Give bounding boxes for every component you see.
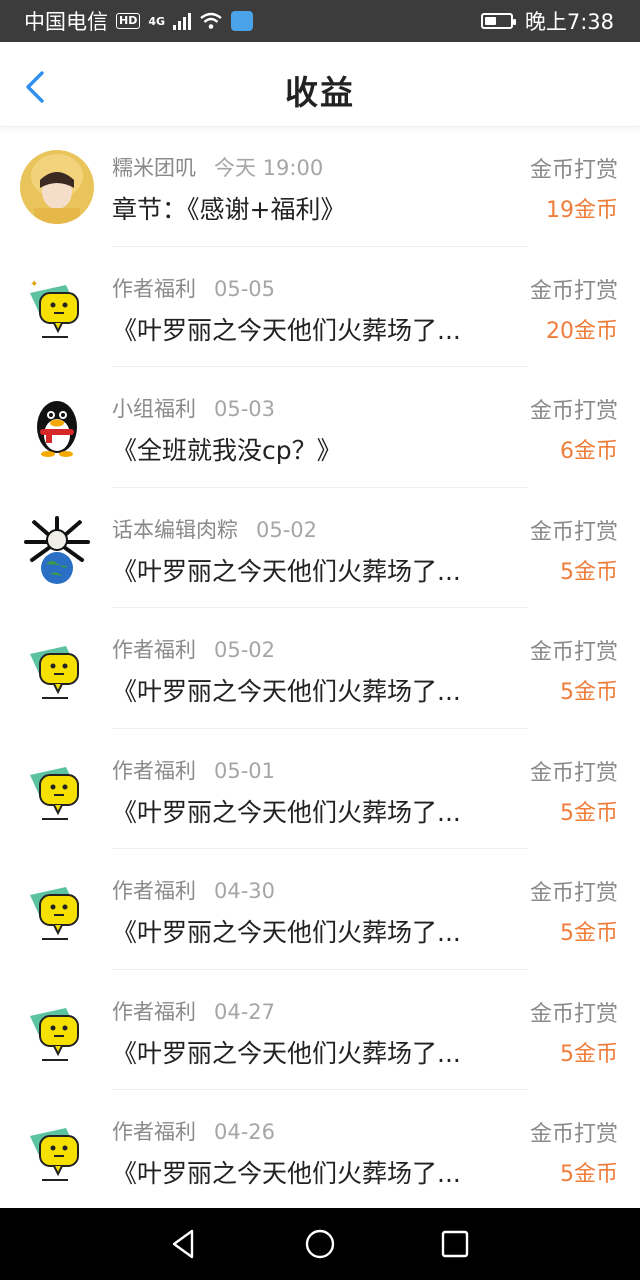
back-nav-icon[interactable]: [166, 1227, 200, 1261]
photo-avatar[interactable]: [20, 150, 94, 224]
item-amount: 5金币: [560, 559, 618, 585]
list-item[interactable]: 作者福利 04-27 《叶罗丽之今天他们火葬场了... 金币打赏 5金币: [0, 970, 640, 1090]
page-header: 收益: [0, 42, 640, 127]
globe-creature-avatar[interactable]: [20, 511, 94, 586]
item-amount: 5金币: [560, 680, 618, 705]
item-type: 金币打赏: [529, 519, 618, 545]
chat-bubble-avatar[interactable]: [20, 1114, 94, 1188]
sender-name: 作者福利 04-30: [112, 879, 276, 903]
item-type: 金币打赏: [529, 1001, 618, 1027]
item-amount: 5金币: [560, 921, 618, 946]
item-amount: 5金币: [560, 1162, 618, 1187]
list-item[interactable]: 作者福利 05-02 《叶罗丽之今天他们火葬场了... 金币打赏 5金币: [0, 608, 640, 729]
list-item[interactable]: ✦ 作者福利 05-05 《叶罗丽之今天他们火葬场了... 金币打赏 20金币: [0, 247, 640, 367]
item-description: 《叶罗丽之今天他们火葬场了...: [112, 556, 461, 586]
chat-bubble-avatar[interactable]: [20, 993, 94, 1068]
item-amount: 19金币: [546, 198, 618, 223]
item-amount: 5金币: [560, 1041, 618, 1067]
sender-name: 作者福利 05-01: [112, 758, 276, 783]
list-item[interactable]: 作者福利 05-01 《叶罗丽之今天他们火葬场了... 金币打赏 5金币: [0, 729, 640, 849]
chat-bubble-avatar[interactable]: [20, 632, 94, 706]
chat-bubble-avatar[interactable]: [20, 752, 94, 827]
sender-name: 糯米团叽 今天 19:00: [112, 156, 324, 180]
item-description: 《叶罗丽之今天他们火葬场了...: [112, 677, 461, 706]
item-type: 金币打赏: [529, 278, 618, 304]
list-item[interactable]: 糯米团叽 今天 19:00 章节：《感谢+福利》 金币打赏 19金币: [0, 126, 640, 247]
list-item[interactable]: 小组福利 05-03 《全班就我没cp？》 金币打赏 6金币: [0, 367, 640, 488]
signal-icon: [173, 12, 192, 30]
sender-name: 作者福利 04-26: [112, 1120, 276, 1144]
item-description: 《全班就我没cp？》: [112, 436, 342, 465]
item-description: 《叶罗丽之今天他们火葬场了...: [112, 918, 461, 947]
item-description: 《叶罗丽之今天他们火葬场了...: [112, 1159, 461, 1188]
penguin-avatar[interactable]: [20, 391, 94, 465]
sender-name: 作者福利 05-02: [112, 638, 276, 662]
item-amount: 6金币: [560, 439, 618, 464]
earnings-list: 糯米团叽 今天 19:00 章节：《感谢+福利》 金币打赏 19金币 ✦ 作者福利…: [0, 126, 640, 1211]
wifi-icon: [200, 12, 222, 29]
item-type: 金币打赏: [529, 158, 618, 183]
list-item[interactable]: 话本编辑肉粽 05-02 《叶罗丽之今天他们火葬场了... 金币打赏 5金币: [0, 488, 640, 608]
item-date: 05-03: [214, 397, 276, 421]
chat-bubble-avatar[interactable]: ✦: [20, 270, 94, 345]
hd-icon: HD: [116, 13, 141, 29]
system-nav-bar: [0, 1208, 640, 1280]
item-description: 《叶罗丽之今天他们火葬场了...: [112, 1038, 461, 1068]
item-date: 04-27: [214, 999, 276, 1024]
item-date: 05-02: [214, 638, 276, 662]
item-date: 05-01: [214, 758, 276, 783]
item-type: 金币打赏: [529, 1122, 618, 1147]
item-date: 04-26: [214, 1120, 276, 1144]
sender-name: 作者福利 05-05: [112, 276, 276, 301]
item-description: 《叶罗丽之今天他们火葬场了...: [112, 315, 461, 345]
item-type: 金币打赏: [529, 760, 618, 786]
svg-text:✦: ✦: [30, 279, 38, 290]
item-date: 04-30: [214, 879, 276, 903]
sender-name: 小组福利 05-03: [112, 397, 276, 421]
network-type-label: 4G: [148, 14, 166, 28]
sender-name: 话本编辑肉粽 05-02: [112, 517, 318, 542]
recents-nav-icon[interactable]: [438, 1227, 472, 1261]
battery-icon: [480, 13, 516, 29]
item-description: 《叶罗丽之今天他们火葬场了...: [112, 797, 461, 827]
status-bar: 中国电信 HD 4G 晚上7:38: [0, 0, 640, 42]
carrier-label: 中国电信: [24, 10, 108, 34]
weather-app-icon: [231, 11, 254, 31]
item-type: 金币打赏: [529, 399, 618, 424]
item-date: 05-02: [256, 517, 318, 542]
item-description: 章节：《感谢+福利》: [112, 195, 346, 224]
item-amount: 20金币: [546, 318, 618, 344]
chat-bubble-avatar[interactable]: [20, 873, 94, 947]
list-item[interactable]: 作者福利 04-30 《叶罗丽之今天他们火葬场了... 金币打赏 5金币: [0, 849, 640, 970]
item-type: 金币打赏: [529, 640, 618, 665]
item-amount: 5金币: [560, 800, 618, 826]
home-nav-icon[interactable]: [303, 1227, 337, 1261]
list-item[interactable]: 作者福利 04-26 《叶罗丽之今天他们火葬场了... 金币打赏 5金币: [0, 1090, 640, 1211]
item-type: 金币打赏: [529, 881, 618, 906]
page-title: 收益: [285, 73, 355, 112]
sender-name: 作者福利 04-27: [112, 999, 276, 1024]
clock-label: 晚上7:38: [524, 10, 614, 34]
item-date: 今天 19:00: [214, 156, 324, 180]
item-date: 05-05: [214, 276, 276, 301]
